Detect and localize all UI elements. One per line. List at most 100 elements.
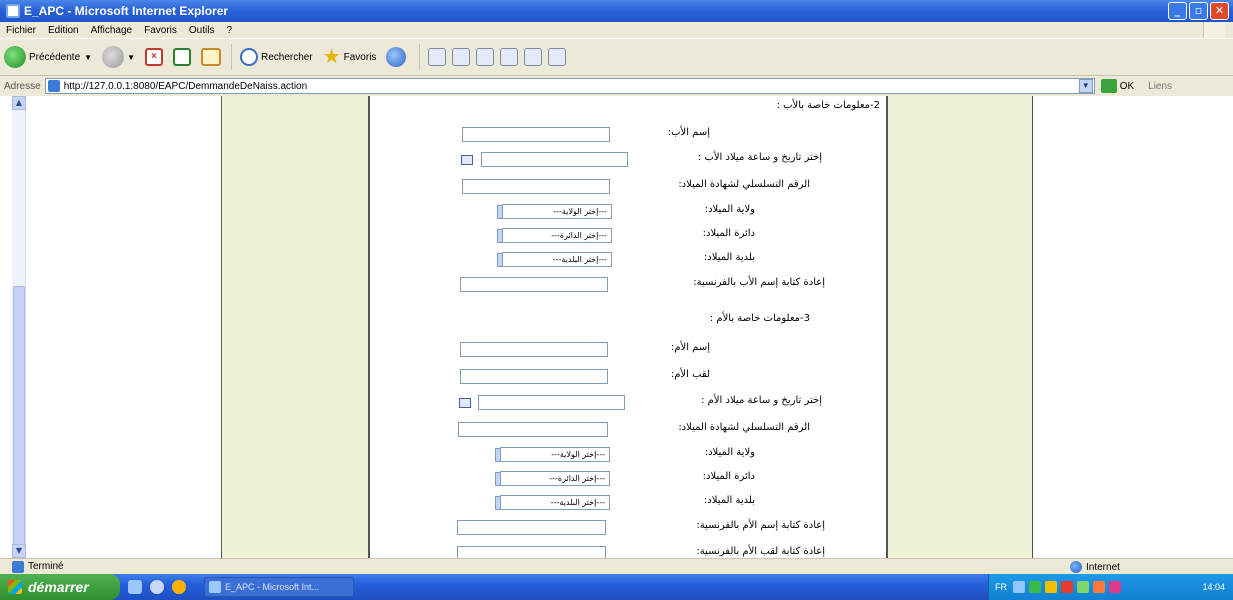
title-bar: E_APC - Microsoft Internet Explorer _ ▫ … — [0, 0, 1233, 22]
globe-icon — [1070, 561, 1082, 573]
address-dropdown-icon[interactable]: ▼ — [1078, 79, 1093, 93]
calendar-icon[interactable] — [461, 155, 473, 165]
menu-favoris[interactable]: Favoris — [138, 25, 183, 36]
father-wilaya-row: ولاية الميلاد: ▼ ---إختر الولاية--- — [0, 204, 1233, 224]
language-indicator[interactable]: FR — [995, 582, 1007, 592]
mother-name-fr-label: إعادة كتابة إسم الأم بالفرنسية: — [696, 520, 825, 531]
taskbar-ie-label: E_APC - Microsoft Int... — [225, 582, 320, 592]
forward-button[interactable]: ▼ — [102, 46, 135, 68]
father-cert-serial-row: الرقم التسلسلي لشهادة الميلاد: — [0, 179, 1233, 199]
mother-wilaya-label: ولاية الميلاد: — [704, 447, 755, 458]
go-label: OK — [1119, 80, 1135, 92]
back-label: Précédente — [29, 51, 81, 63]
mother-daira-label: دائرة الميلاد: — [702, 471, 755, 482]
mother-section-title: 3-معلومات خاصة بالأم : — [709, 313, 810, 324]
window-title: E_APC - Microsoft Internet Explorer — [24, 4, 229, 18]
father-name-fr-row: إعادة كتابة إسم الأب بالفرنسية: — [0, 277, 1233, 297]
network-icon[interactable] — [1013, 581, 1025, 593]
favorites-button[interactable]: ★ Favoris — [323, 47, 377, 67]
scroll-up-icon[interactable]: ▲ — [12, 96, 26, 110]
status-text: Terminé — [28, 561, 64, 572]
father-daira-label: دائرة الميلاد: — [702, 228, 755, 239]
father-name-fr-input[interactable] — [460, 277, 608, 292]
mother-wilaya-row: ولاية الميلاد: ▼ ---إختر الولاية--- — [0, 447, 1233, 467]
close-button[interactable]: ✕ — [1210, 2, 1229, 20]
media-player-icon[interactable] — [172, 580, 186, 594]
shield-icon[interactable] — [1029, 581, 1041, 593]
menu-affichage[interactable]: Affichage — [85, 25, 139, 36]
security-icon[interactable] — [1045, 581, 1057, 593]
maximize-button[interactable]: ▫ — [1189, 2, 1208, 20]
forward-arrow-icon — [102, 46, 125, 68]
back-arrow-icon — [4, 46, 26, 68]
research-icon[interactable] — [524, 48, 543, 66]
mother-daira-row: دائرة الميلاد: ▼ ---إختر الدائرة--- — [0, 471, 1233, 491]
father-cert-serial-input[interactable] — [462, 179, 610, 194]
mother-birth-datetime-input[interactable] — [478, 395, 625, 410]
show-desktop-icon[interactable] — [128, 580, 142, 594]
mother-name-input[interactable] — [460, 342, 608, 357]
mother-name-row: إسم الأم: — [0, 342, 1233, 362]
mail-icon[interactable] — [428, 48, 447, 66]
volume-icon[interactable] — [1077, 581, 1089, 593]
home-icon — [201, 48, 221, 66]
calendar-icon[interactable] — [459, 398, 471, 408]
mother-daira-select[interactable]: ---إختر الدائرة--- — [500, 471, 610, 486]
print-icon[interactable] — [452, 48, 471, 66]
stop-button[interactable]: × — [145, 48, 163, 66]
address-url[interactable]: http://127.0.0.1:8080/EAPC/DemmandeDeNai… — [64, 81, 307, 92]
mother-surname-fr-label: إعادة كتابة لقب الأم بالفرنسية: — [696, 546, 825, 557]
menu-bar: Fichier Edition Affichage Favoris Outils… — [0, 22, 1233, 38]
mother-name-label: إسم الأم: — [670, 342, 710, 353]
mother-name-fr-input[interactable] — [457, 520, 606, 535]
search-button[interactable]: Rechercher — [240, 48, 313, 66]
father-birth-datetime-input[interactable] — [481, 152, 628, 167]
discuss-icon[interactable] — [500, 48, 519, 66]
mother-commune-row: بلدية الميلاد: ▼ ---إختر البلدية--- — [0, 495, 1233, 515]
menu-edition[interactable]: Edition — [42, 25, 85, 36]
go-button[interactable]: OK — [1100, 79, 1135, 93]
refresh-button[interactable] — [173, 48, 191, 66]
father-birth-datetime-label: إختر تاريخ و ساعة ميلاد الأب : — [697, 152, 822, 163]
ie-icon — [6, 4, 20, 18]
menu-fichier[interactable]: Fichier — [0, 25, 42, 36]
mother-wilaya-select[interactable]: ---إختر الولاية--- — [500, 447, 610, 462]
menu-help[interactable]: ? — [220, 25, 238, 36]
address-input[interactable]: http://127.0.0.1:8080/EAPC/DemmandeDeNai… — [44, 78, 1095, 94]
taskbar-ie-window[interactable]: E_APC - Microsoft Int... — [204, 577, 354, 597]
update-icon[interactable] — [1093, 581, 1105, 593]
refresh-icon — [173, 48, 191, 66]
page-icon — [47, 80, 60, 92]
app-tray-icon[interactable] — [1109, 581, 1121, 593]
minimize-button[interactable]: _ — [1168, 2, 1187, 20]
father-name-fr-label: إعادة كتابة إسم الأب بالفرنسية: — [693, 277, 825, 288]
clock: 14:04 — [1202, 582, 1225, 592]
windows-logo-icon — [1203, 22, 1225, 38]
home-button[interactable] — [201, 48, 221, 66]
address-bar: Adresse http://127.0.0.1:8080/EAPC/Demma… — [0, 76, 1233, 96]
father-daira-select[interactable]: ---إختر الدائرة--- — [502, 228, 612, 243]
menu-outils[interactable]: Outils — [183, 25, 221, 36]
mother-surname-input[interactable] — [460, 369, 608, 384]
media-button[interactable] — [386, 47, 409, 67]
links-button[interactable]: Liens — [1148, 81, 1172, 92]
father-commune-label: بلدية الميلاد: — [703, 252, 755, 263]
mother-commune-select[interactable]: ---إختر البلدية--- — [500, 495, 610, 510]
father-section-title: 2-معلومات خاصة بالأب : — [776, 100, 880, 111]
messenger-icon[interactable] — [548, 48, 567, 66]
ie-quicklaunch-icon[interactable] — [150, 580, 164, 594]
antivirus-icon[interactable] — [1061, 581, 1073, 593]
father-wilaya-select[interactable]: ---إختر الولاية--- — [502, 204, 612, 219]
star-icon: ★ — [322, 46, 341, 68]
toolbar-separator — [231, 44, 232, 70]
back-button[interactable]: Précédente ▼ — [4, 46, 92, 68]
back-dropdown-icon[interactable]: ▼ — [84, 53, 92, 62]
mother-cert-serial-input[interactable] — [458, 422, 608, 437]
father-name-input[interactable] — [462, 127, 610, 142]
father-commune-select[interactable]: ---إختر البلدية--- — [502, 252, 612, 267]
forward-dropdown-icon[interactable]: ▼ — [127, 53, 135, 62]
start-button[interactable]: démarrer — [0, 574, 120, 600]
edit-icon[interactable] — [476, 48, 495, 66]
start-label: démarrer — [28, 579, 89, 595]
security-zone: Internet — [1070, 561, 1120, 573]
